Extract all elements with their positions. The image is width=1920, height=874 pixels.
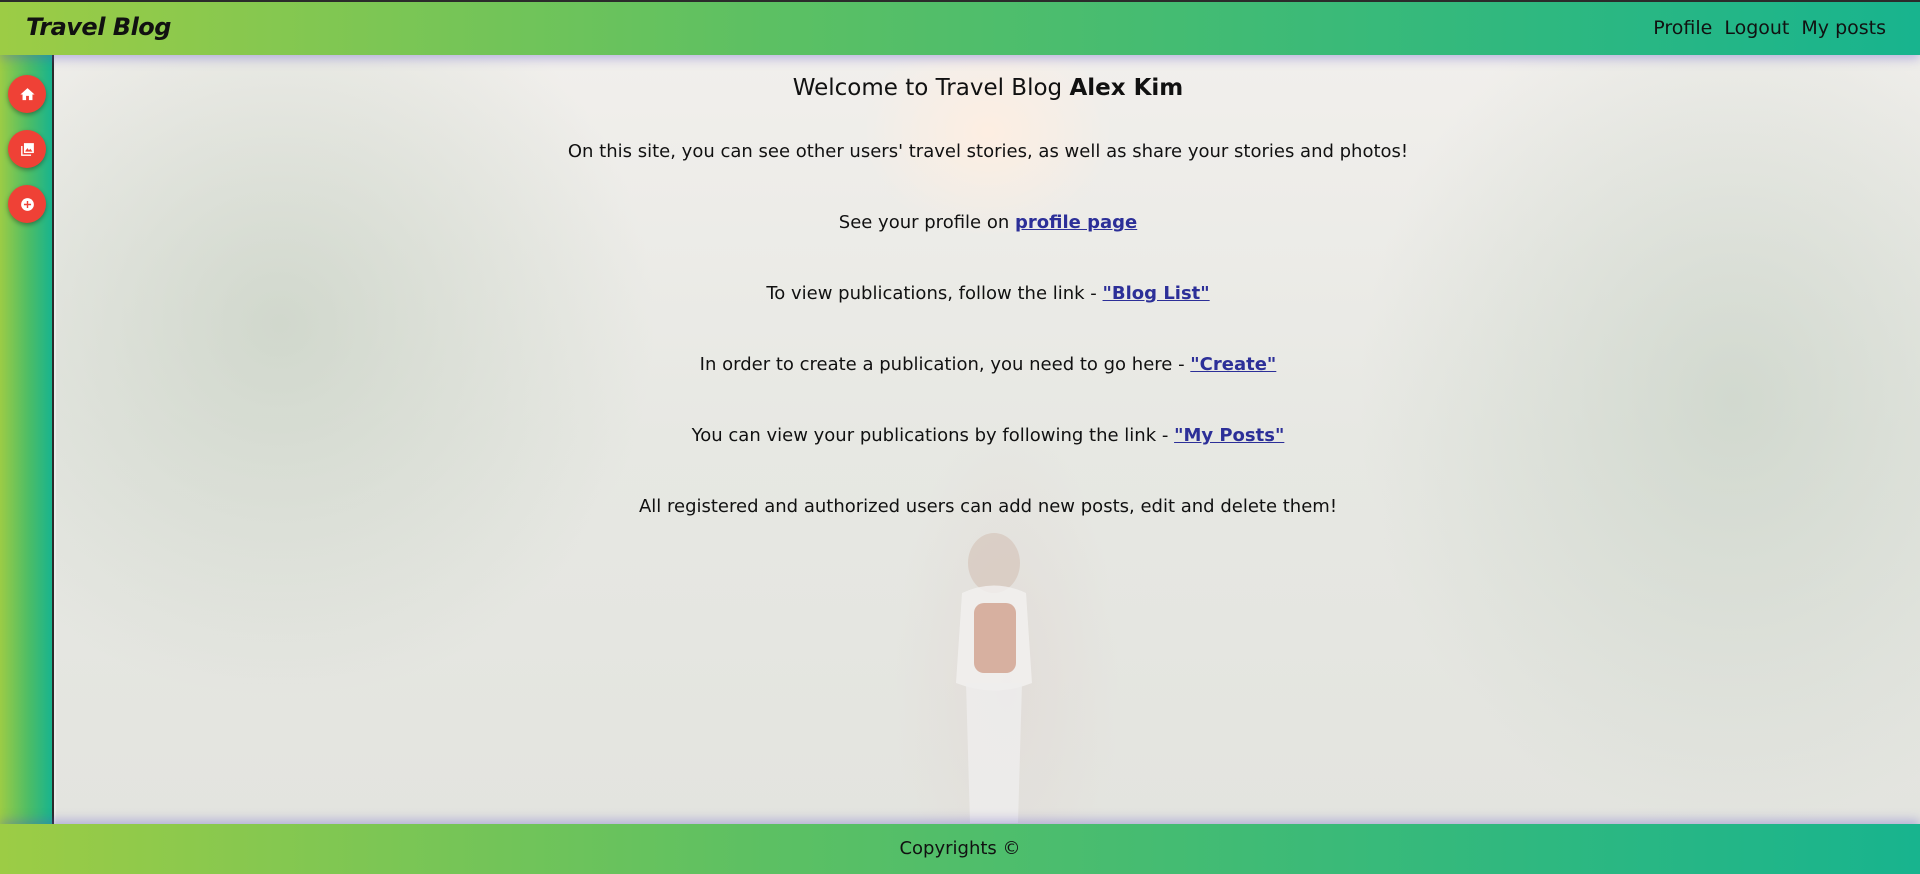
top-nav: Profile Logout My posts	[1653, 17, 1886, 39]
create-paragraph: In order to create a publication, you ne…	[56, 354, 1920, 375]
blog-list-text: To view publications, follow the link -	[766, 283, 1103, 304]
create-text: In order to create a publication, you ne…	[699, 354, 1191, 375]
top-navbar: Travel Blog Profile Logout My posts	[0, 0, 1920, 55]
nav-logout-link[interactable]: Logout	[1724, 17, 1789, 39]
user-name: Alex Kim	[1069, 75, 1184, 101]
home-button[interactable]	[8, 75, 46, 113]
sidebar	[0, 55, 54, 824]
main-content: Welcome to Travel Blog Alex Kim On this …	[56, 55, 1920, 824]
page-title: Welcome to Travel Blog Alex Kim	[56, 75, 1920, 101]
profile-text: See your profile on	[838, 212, 1015, 233]
blog-list-button[interactable]	[8, 130, 46, 168]
nav-profile-link[interactable]: Profile	[1653, 17, 1712, 39]
nav-my-posts-link[interactable]: My posts	[1801, 17, 1886, 39]
intro-text: On this site, you can see other users' t…	[567, 141, 1409, 162]
footer: Copyrights ©	[0, 824, 1920, 874]
my-posts-paragraph: You can view your publications by follow…	[56, 425, 1920, 446]
title-prefix: Welcome to Travel Blog	[792, 75, 1070, 101]
my-posts-text: You can view your publications by follow…	[691, 425, 1175, 446]
create-link[interactable]: "Create"	[1190, 354, 1276, 375]
home-icon	[19, 87, 35, 100]
my-posts-link[interactable]: "My Posts"	[1174, 425, 1284, 446]
gallery-icon	[20, 142, 34, 156]
profile-paragraph: See your profile on profile page	[56, 212, 1920, 233]
copyright-text: Copyrights ©	[899, 838, 1021, 859]
blog-list-link[interactable]: "Blog List"	[1103, 283, 1210, 304]
hiker-illustration	[956, 533, 1032, 823]
profile-page-link[interactable]: profile page	[1015, 212, 1137, 233]
note-text: All registered and authorized users can …	[638, 496, 1338, 517]
add-circle-icon	[20, 197, 34, 211]
brand-logo[interactable]: Travel Blog	[26, 13, 171, 41]
create-post-button[interactable]	[8, 185, 46, 223]
blog-list-paragraph: To view publications, follow the link - …	[56, 283, 1920, 304]
